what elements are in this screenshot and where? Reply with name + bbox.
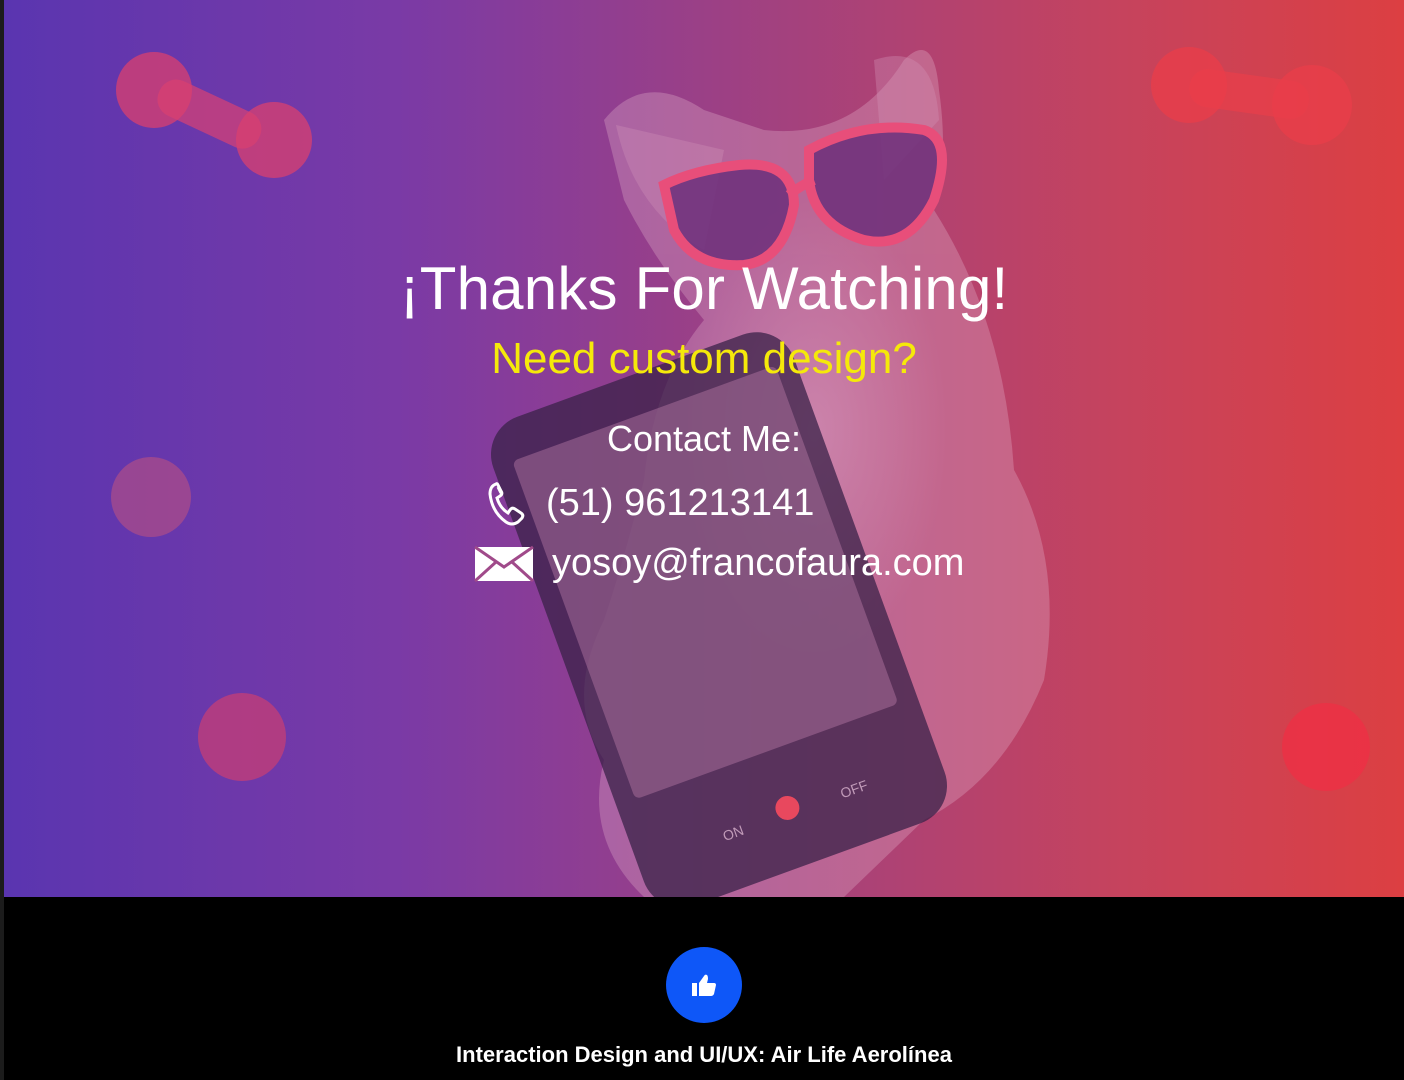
footer-bar: Interaction Design and UI/UX: Air Life A… (4, 897, 1404, 1080)
page: ON OFF ¡Thanks For Watching! Need custom… (0, 0, 1404, 1080)
email-contact[interactable]: yosoy@francofaura.com (474, 540, 964, 586)
custom-design-subtitle: Need custom design? (491, 334, 917, 383)
envelope-icon (474, 545, 534, 583)
like-button[interactable] (666, 947, 742, 1023)
phone-number: (51) 961213141 (546, 482, 815, 524)
thumbs-up-icon (692, 974, 716, 996)
contact-heading: Contact Me: (606, 418, 802, 459)
hero-slide: ON OFF ¡Thanks For Watching! Need custom… (4, 0, 1404, 897)
phone-icon (488, 482, 525, 526)
hero-text-layer: ¡Thanks For Watching! Need custom design… (4, 0, 1404, 897)
project-caption[interactable]: Interaction Design and UI/UX: Air Life A… (4, 1041, 1404, 1069)
phone-contact[interactable]: (51) 961213141 (486, 478, 814, 528)
email-address: yosoy@francofaura.com (552, 542, 965, 584)
thanks-title: ¡Thanks For Watching! (399, 255, 1009, 322)
